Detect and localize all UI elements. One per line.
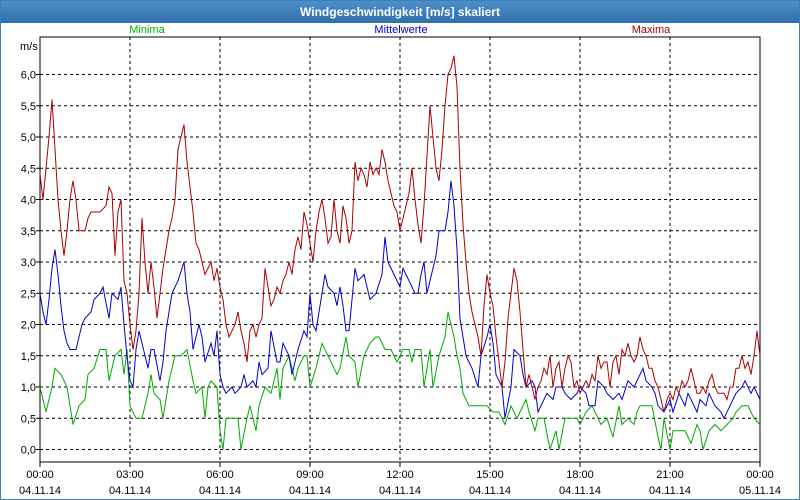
y-axis-unit: m/s bbox=[20, 41, 38, 53]
x-tick-date-label: 05.11.14 bbox=[739, 485, 781, 497]
legend-entry-minima: Minima bbox=[129, 24, 165, 36]
legend: Minima Mittelwerte Maxima bbox=[129, 24, 671, 36]
y-axis-ticks: 0,0 0,5 1,0 1,5 2,0 2,5 3,0 3,5 4,0 4,5 5,0 5,5 6,0 bbox=[21, 70, 40, 457]
x-axis-ticks: 00:00 04.11.14 03:00 04.11.14 06:00 04.11.14 0… bbox=[19, 462, 781, 497]
y-tick-label: 4,5 bbox=[21, 163, 36, 175]
x-tick-time-label: 00:00 bbox=[746, 469, 774, 481]
x-tick-time-label: 00:00 bbox=[26, 469, 54, 481]
y-tick-label: 3,5 bbox=[21, 226, 36, 238]
x-tick-time-label: 18:00 bbox=[566, 469, 594, 481]
y-tick-label: 5,0 bbox=[21, 132, 36, 144]
x-tick-date-label: 04.11.14 bbox=[469, 485, 511, 497]
x-tick-time-label: 12:00 bbox=[386, 469, 414, 481]
y-tick-label: 4,0 bbox=[21, 195, 36, 207]
y-tick-label: 5,5 bbox=[21, 101, 36, 113]
x-tick-time-label: 06:00 bbox=[206, 469, 234, 481]
x-tick-date-label: 04.11.14 bbox=[19, 485, 61, 497]
y-tick-label: 1,0 bbox=[21, 382, 36, 394]
x-tick-time-label: 15:00 bbox=[476, 469, 504, 481]
y-tick-label: 1,5 bbox=[21, 351, 36, 363]
y-tick-label: 2,5 bbox=[21, 288, 36, 300]
x-tick-date-label: 04.11.14 bbox=[109, 485, 151, 497]
wind-speed-chart: 0,00,51,01,52,02,53,03,54,04,55,05,56,0 … bbox=[19, 24, 781, 497]
legend-entry-maxima: Maxima bbox=[632, 24, 671, 36]
y-tick-label: 6,0 bbox=[21, 70, 36, 82]
y-tick-label: 3,0 bbox=[21, 257, 36, 269]
y-tick-label: 0,0 bbox=[21, 445, 36, 457]
y-tick-label: 0,5 bbox=[21, 413, 36, 425]
x-tick-date-label: 04.11.14 bbox=[379, 485, 421, 497]
x-tick-date-label: 04.11.14 bbox=[559, 485, 601, 497]
x-tick-date-label: 04.11.14 bbox=[289, 485, 331, 497]
x-tick-date-label: 04.11.14 bbox=[649, 485, 691, 497]
legend-entry-mittelwerte: Mittelwerte bbox=[374, 24, 427, 36]
x-tick-time-label: 09:00 bbox=[296, 469, 324, 481]
x-tick-time-label: 03:00 bbox=[116, 469, 144, 481]
x-tick-time-label: 21:00 bbox=[656, 469, 684, 481]
y-tick-label: 2,0 bbox=[21, 320, 36, 332]
x-tick-date-label: 04.11.14 bbox=[199, 485, 241, 497]
